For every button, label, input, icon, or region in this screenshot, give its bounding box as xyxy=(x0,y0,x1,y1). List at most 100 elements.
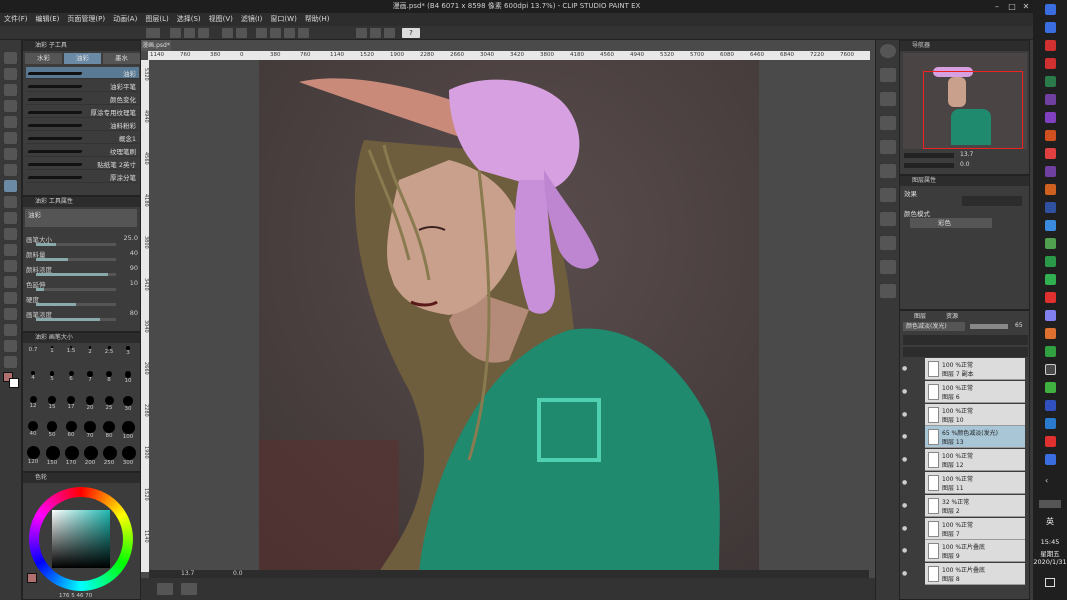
timeline-panel-icon[interactable] xyxy=(880,236,896,250)
brush-item[interactable]: 厚涂分笔 xyxy=(26,171,139,183)
menu-edit[interactable]: 编辑(E) xyxy=(32,13,64,26)
tray-icons[interactable] xyxy=(1039,500,1061,508)
layer-visibility-icon[interactable]: ● xyxy=(902,411,910,419)
brush-size-option[interactable]: 6 xyxy=(65,370,77,388)
snap-special-icon[interactable] xyxy=(370,28,381,38)
artwork-canvas[interactable] xyxy=(149,60,869,572)
prop-brush-size[interactable]: 画笔大小 25.0 xyxy=(26,234,152,248)
airbrush-icon[interactable] xyxy=(4,196,17,208)
layer-row[interactable]: 100 %正常 图层 7 xyxy=(925,517,1025,540)
windows-start-icon[interactable] xyxy=(1045,4,1056,15)
prop-paint-density[interactable]: 颜料浓度 90 xyxy=(26,264,152,278)
move-layer-icon[interactable] xyxy=(4,100,17,112)
menu-layer[interactable]: 图层(L) xyxy=(141,13,172,26)
layer-row[interactable]: 65 %颜色减淡(发光) 图层 13 xyxy=(925,426,1025,449)
layer-visibility-icon[interactable]: ● xyxy=(902,502,910,510)
brush-size-option[interactable]: 200 xyxy=(84,445,98,466)
app-icon[interactable] xyxy=(1045,436,1056,447)
layer-toolbar[interactable] xyxy=(903,335,1028,345)
auto-select-icon[interactable] xyxy=(4,132,17,144)
subtool-tab-oil[interactable]: 油彩 xyxy=(64,53,101,64)
search-icon[interactable] xyxy=(880,44,896,58)
app-icon[interactable] xyxy=(1045,292,1056,303)
layer-visibility-icon[interactable]: ● xyxy=(902,456,910,464)
layer-visibility-icon[interactable]: ● xyxy=(902,479,910,487)
eraser-icon[interactable] xyxy=(4,228,17,240)
operation-tool-icon[interactable] xyxy=(4,84,17,96)
snap-grid-icon[interactable] xyxy=(384,28,395,38)
timeline-icon[interactable] xyxy=(157,583,173,595)
item-bank-icon[interactable] xyxy=(880,188,896,202)
selection-tool-icon[interactable] xyxy=(4,116,17,128)
menu-window[interactable]: 窗口(W) xyxy=(266,13,300,26)
brush-size-option[interactable]: 5 xyxy=(46,370,58,388)
text-tool-icon[interactable] xyxy=(4,340,17,352)
undo-icon[interactable] xyxy=(222,28,233,38)
clock-time[interactable]: 15:45 xyxy=(1033,538,1067,546)
menu-select[interactable]: 选择(S) xyxy=(173,13,205,26)
balloon-icon[interactable] xyxy=(4,356,17,368)
minimize-button[interactable]: – xyxy=(990,0,1004,13)
brush-size-option[interactable]: 30 xyxy=(122,395,134,413)
app-icon[interactable] xyxy=(1045,454,1056,465)
brush-size-option[interactable]: 4 xyxy=(27,370,39,388)
brush-size-option[interactable]: 50 xyxy=(46,420,58,438)
layer-visibility-icon[interactable]: ● xyxy=(902,525,910,533)
subtool-tab-watercolor[interactable]: 水彩 xyxy=(25,53,62,64)
ime-indicator[interactable]: 英 xyxy=(1033,516,1067,527)
app-icon[interactable] xyxy=(1045,166,1056,177)
layer-search-icon[interactable] xyxy=(880,116,896,130)
brush-size-option[interactable]: 1.5 xyxy=(65,345,77,363)
brush-size-option[interactable]: 12 xyxy=(27,395,39,413)
document-tab[interactable]: 漫画.psd* xyxy=(141,40,171,51)
close-button[interactable]: ✕ xyxy=(1019,0,1033,13)
fill-icon[interactable] xyxy=(284,28,295,38)
effect-buttons[interactable] xyxy=(962,196,1022,206)
brush-size-option[interactable]: 300 xyxy=(122,445,136,466)
layer-row[interactable]: 100 %正常 图层 12 xyxy=(925,449,1025,472)
menu-view[interactable]: 视图(V) xyxy=(205,13,237,26)
brush-size-option[interactable]: 3 xyxy=(122,345,134,363)
layer-command-bar[interactable] xyxy=(903,347,1028,357)
tab-layer[interactable]: 图层 xyxy=(914,311,944,320)
brush-size-option[interactable]: 250 xyxy=(103,445,117,466)
edge-icon[interactable] xyxy=(1045,418,1056,429)
blend-tool-icon[interactable] xyxy=(4,244,17,256)
logo-icon[interactable] xyxy=(146,28,160,38)
ruler-tool-icon[interactable] xyxy=(4,324,17,336)
brush-size-option[interactable]: 60 xyxy=(65,420,77,438)
menu-animation[interactable]: 动画(A) xyxy=(109,13,141,26)
animation-cels-icon[interactable] xyxy=(880,212,896,226)
app-icon[interactable] xyxy=(1045,238,1056,249)
color-swatch[interactable] xyxy=(27,573,37,583)
brush-size-option[interactable]: 70 xyxy=(84,420,96,439)
ruler-snap-icon[interactable] xyxy=(356,28,367,38)
prop-color-stretch[interactable]: 色延伸 10 xyxy=(26,279,152,293)
color-mode-select[interactable]: 彩色 xyxy=(910,218,992,228)
app-icon[interactable] xyxy=(1045,148,1056,159)
brush-tool-icon[interactable] xyxy=(4,180,17,192)
layer-row[interactable]: 100 %正常 图层 6 xyxy=(925,380,1025,403)
redo-icon[interactable] xyxy=(236,28,247,38)
sub-view-icon[interactable] xyxy=(880,92,896,106)
brush-size-option[interactable]: 170 xyxy=(65,445,79,466)
app-icon[interactable] xyxy=(1045,346,1056,357)
brush-size-option[interactable]: 10 xyxy=(122,370,134,388)
brush-size-option[interactable]: 120 xyxy=(27,445,40,465)
prop-paint-amount[interactable]: 颜料量 40 xyxy=(26,249,152,263)
app-icon[interactable] xyxy=(1045,220,1056,231)
app-icon[interactable] xyxy=(1045,112,1056,123)
brush-size-option[interactable]: 80 xyxy=(103,420,115,439)
brush-item[interactable]: 油彩 xyxy=(26,67,139,79)
menu-page[interactable]: 页面管理(P) xyxy=(63,13,109,26)
brush-size-option[interactable]: 17 xyxy=(65,395,77,413)
blend-mode-select[interactable]: 颜色减淡(发光) xyxy=(903,322,965,331)
layer-visibility-icon[interactable]: ● xyxy=(902,365,910,373)
navigator-viewport-frame[interactable] xyxy=(923,71,1023,149)
saturation-square[interactable] xyxy=(52,510,110,568)
figure-tool-icon[interactable] xyxy=(4,292,17,304)
history-icon[interactable] xyxy=(880,140,896,154)
layer-icon[interactable] xyxy=(880,284,896,298)
transform-icon[interactable] xyxy=(256,28,267,38)
brush-size-option[interactable]: 25 xyxy=(103,395,115,413)
